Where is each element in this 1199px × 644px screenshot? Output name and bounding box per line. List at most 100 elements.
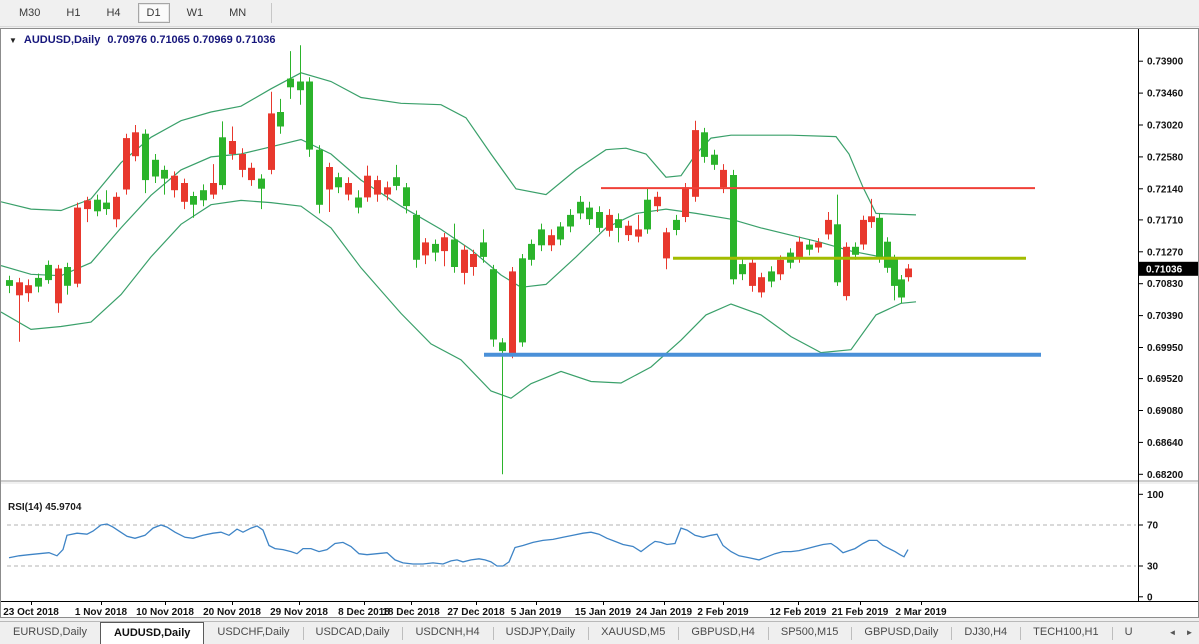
chart-tab-usdcnh-h4[interactable]: USDCNH,H4 <box>402 622 492 644</box>
tab-scroll-right-icon[interactable]: ► <box>1182 624 1197 641</box>
candle-body <box>451 240 458 268</box>
candle-body <box>103 203 110 210</box>
date-axis-label: 18 Dec 2018 <box>382 607 440 617</box>
candle-body <box>739 264 746 274</box>
price-chart-canvas[interactable]: 0.739000.734600.730200.725800.721400.717… <box>1 29 1198 617</box>
date-axis-label: 2 Feb 2019 <box>697 607 749 617</box>
date-axis-label: 5 Jan 2019 <box>511 607 562 617</box>
candle-body <box>815 242 822 247</box>
candle-body <box>635 229 642 236</box>
price-axis-label: 0.70390 <box>1147 311 1184 322</box>
candle-body <box>35 278 42 287</box>
candle-body <box>490 269 497 339</box>
candle-body <box>413 215 420 260</box>
candle-body <box>335 177 342 187</box>
date-axis-label: 29 Nov 2018 <box>270 607 328 617</box>
candle-body <box>219 137 226 185</box>
chart-dropdown-icon[interactable]: ▼ <box>9 36 17 45</box>
chart-tab-gbpusd-h4[interactable]: GBPUSD,H4 <box>678 622 768 644</box>
candle-body <box>876 218 883 258</box>
candle-body <box>663 232 670 258</box>
candle-body <box>644 200 651 230</box>
rsi-indicator-label: RSI(14) 45.9704 <box>8 502 81 513</box>
date-axis-label: 21 Feb 2019 <box>832 607 889 617</box>
candle-body <box>711 155 718 165</box>
candle-body <box>210 183 217 195</box>
chart-tab-usdchf-daily[interactable]: USDCHF,Daily <box>204 622 302 644</box>
candle-body <box>625 226 632 235</box>
candle-body <box>113 197 120 220</box>
candle-body <box>403 187 410 206</box>
price-axis-label: 0.73020 <box>1147 121 1184 132</box>
candle-body <box>161 170 168 179</box>
candle-body <box>326 167 333 190</box>
candle-body <box>596 212 603 228</box>
chart-tab-tech100-h1[interactable]: TECH100,H1 <box>1020 622 1111 644</box>
candle-body <box>860 220 867 245</box>
candle-body <box>132 132 139 156</box>
chart-tab-usdcad-daily[interactable]: USDCAD,Daily <box>303 622 403 644</box>
chart-tab-eurusd-daily[interactable]: EURUSD,Daily <box>0 622 100 644</box>
candle-body <box>123 138 130 189</box>
candle-body <box>84 200 91 209</box>
candle-body <box>730 175 737 279</box>
price-axis-label: 0.73900 <box>1147 57 1184 68</box>
candle-body <box>905 269 912 278</box>
timeframe-button-h1[interactable]: H1 <box>57 3 89 23</box>
candle-body <box>673 220 680 230</box>
tab-scroll-left-icon[interactable]: ◄ <box>1165 624 1180 641</box>
timeframe-button-m30[interactable]: M30 <box>10 3 49 23</box>
candle-body <box>277 112 284 127</box>
candle-body <box>806 245 813 250</box>
date-axis-label: 24 Jan 2019 <box>636 607 693 617</box>
candle-body <box>25 285 32 293</box>
candle-body <box>548 235 555 245</box>
candle-body <box>364 176 371 198</box>
date-axis-label: 27 Dec 2018 <box>447 607 505 617</box>
date-axis-label: 15 Jan 2019 <box>575 607 632 617</box>
rsi-axis-label: 70 <box>1147 521 1159 532</box>
timeframe-button-h4[interactable]: H4 <box>97 3 129 23</box>
candle-body <box>499 342 506 351</box>
chart-tab-sp500-m15[interactable]: SP500,M15 <box>768 622 851 644</box>
price-axis-label: 0.70830 <box>1147 279 1184 290</box>
timeframe-button-mn[interactable]: MN <box>220 3 255 23</box>
price-axis-label: 0.72140 <box>1147 184 1184 195</box>
candle-body <box>441 237 448 251</box>
chart-tab-u[interactable]: U <box>1112 622 1146 644</box>
candle-body <box>393 177 400 186</box>
candle-body <box>374 180 381 195</box>
candle-body <box>720 170 727 187</box>
candle-body <box>586 208 593 220</box>
date-axis-label: 10 Nov 2018 <box>136 607 194 617</box>
timeframe-button-d1[interactable]: D1 <box>138 3 170 23</box>
candle-body <box>94 200 101 212</box>
candle-body <box>843 247 850 296</box>
bollinger-band-lower <box>1 200 916 398</box>
candle-body <box>834 224 841 282</box>
tab-scroll-arrows: ◄ ► <box>1165 624 1197 641</box>
candle-body <box>229 141 236 154</box>
price-axis-label: 0.73460 <box>1147 89 1184 100</box>
chart-tab-xauusd-m5[interactable]: XAUUSD,M5 <box>588 622 678 644</box>
candle-body <box>777 260 784 275</box>
candle-body <box>297 82 304 91</box>
candle-body <box>258 179 265 189</box>
timeframe-button-w1[interactable]: W1 <box>178 3 213 23</box>
candle-body <box>45 265 52 280</box>
candle-body <box>422 242 429 255</box>
chart-window[interactable]: 0.739000.734600.730200.725800.721400.717… <box>0 28 1199 618</box>
candle-body <box>306 82 313 150</box>
chart-tab-usdjpy-daily[interactable]: USDJPY,Daily <box>493 622 589 644</box>
chart-tab-gbpusd-daily[interactable]: GBPUSD,Daily <box>851 622 951 644</box>
candle-body <box>538 229 545 245</box>
candle-body <box>142 134 149 180</box>
candle-body <box>190 196 197 205</box>
rsi-line <box>9 524 908 566</box>
timeframe-toolbar: M30 H1 H4 D1 W1 MN <box>0 0 1199 27</box>
price-axis-label: 0.68640 <box>1147 438 1184 449</box>
chart-tab-dj30-h4[interactable]: DJ30,H4 <box>951 622 1020 644</box>
chart-tab-audusd-daily[interactable]: AUDUSD,Daily <box>100 622 204 644</box>
price-axis-label: 0.71710 <box>1147 215 1184 226</box>
candle-body <box>796 242 803 258</box>
